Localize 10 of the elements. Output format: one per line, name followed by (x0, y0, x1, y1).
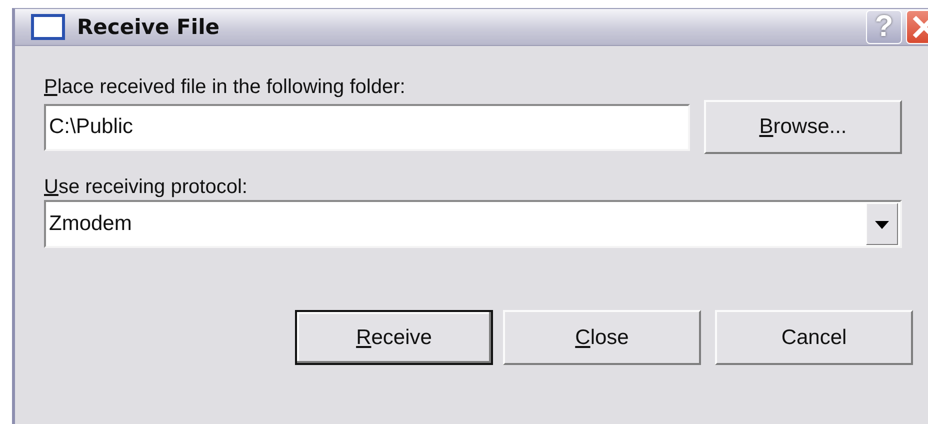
dialog-button[interactable]: Close (503, 310, 701, 365)
browse-button[interactable]: Browse... (704, 100, 902, 154)
dialog-button[interactable]: Cancel (715, 310, 913, 365)
folder-input-field[interactable]: C:\Public (44, 104, 690, 150)
folder-label: Place received file in the following folder: (44, 76, 406, 100)
window-icon (31, 14, 65, 40)
protocol-dropdown[interactable]: Zmodem (44, 200, 902, 248)
window-title: Receive File (77, 15, 221, 39)
protocol-label: Use receiving protocol: (44, 176, 248, 200)
dialog-button[interactable]: Receive (295, 310, 493, 365)
